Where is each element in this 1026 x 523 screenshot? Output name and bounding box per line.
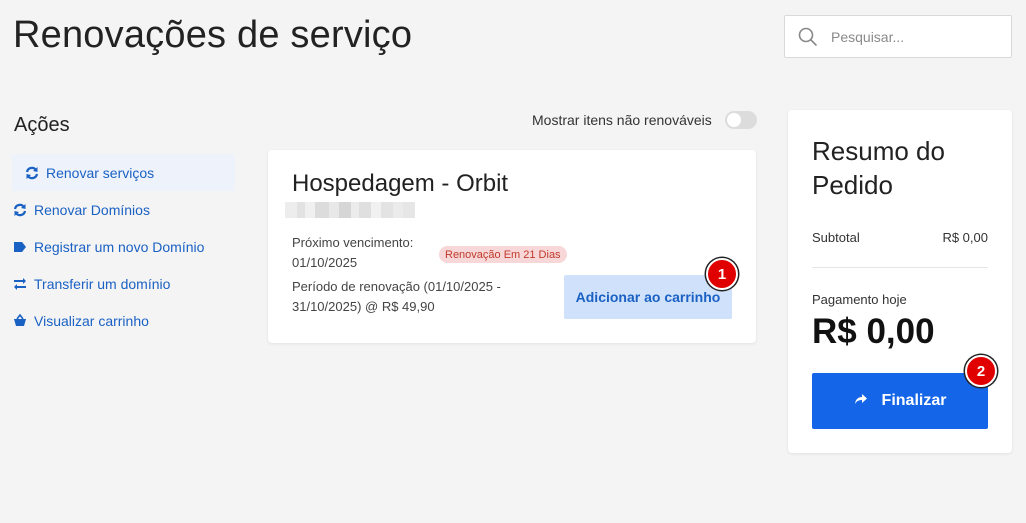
renewal-period-line2: 31/10/2025) @ R$ 49,90 (292, 299, 435, 314)
sidebar-item-label: Renovar Domínios (34, 201, 150, 218)
order-summary: Resumo do Pedido Subtotal R$ 0,00 Pagame… (788, 110, 1012, 453)
sidebar-item-view-cart[interactable]: Visualizar carrinho (12, 302, 235, 339)
divider (812, 267, 988, 268)
sidebar-item-renew-services[interactable]: Renovar serviços (12, 154, 235, 191)
redacted-domain (285, 202, 425, 218)
filter-label: Mostrar itens não renováveis (532, 112, 712, 128)
subtotal-row: Subtotal R$ 0,00 (812, 230, 988, 245)
search-input[interactable] (831, 28, 1001, 45)
renewal-status-badge: Renovação Em 21 Dias (439, 246, 567, 263)
service-name: Hospedagem - Orbit (292, 170, 509, 197)
sidebar-item-label: Transferir um domínio (34, 275, 171, 292)
share-arrow-icon (854, 392, 868, 410)
sidebar-item-label: Renovar serviços (46, 164, 155, 181)
tag-icon (6, 241, 34, 253)
page-title: Renovações de serviço (13, 14, 413, 56)
search-icon (785, 27, 831, 47)
checkout-label: Finalizar (881, 392, 947, 409)
sidebar-title: Ações (14, 114, 70, 136)
subtotal-label: Subtotal (812, 230, 860, 245)
checkout-button[interactable]: Finalizar (812, 373, 988, 429)
summary-title: Resumo do Pedido (812, 136, 945, 200)
sidebar-item-register-domain[interactable]: Registrar um novo Domínio (12, 228, 235, 265)
non-renewable-filter: Mostrar itens não renováveis (532, 111, 757, 129)
next-due-label: Próximo vencimento: (292, 235, 414, 250)
renewal-period-line1: Período de renovação (01/10/2025 - (292, 279, 501, 294)
sidebar-item-label: Registrar um novo Domínio (34, 238, 205, 255)
sync-icon (6, 203, 34, 217)
sidebar-actions: Renovar serviços Renovar Domínios Regist… (12, 154, 235, 339)
sync-icon (18, 166, 46, 180)
sidebar-item-transfer-domain[interactable]: Transferir um domínio (12, 265, 235, 302)
step-marker-1: 1 (706, 258, 738, 290)
sidebar-item-renew-domains[interactable]: Renovar Domínios (12, 191, 235, 228)
sidebar-item-label: Visualizar carrinho (34, 312, 149, 329)
step-marker-2: 2 (965, 355, 997, 387)
non-renewable-toggle[interactable] (724, 111, 757, 129)
pay-today-total: R$ 0,00 (812, 312, 935, 351)
pay-today-label: Pagamento hoje (812, 292, 907, 307)
add-to-cart-button[interactable]: Adicionar ao carrinho (564, 275, 732, 319)
subtotal-value: R$ 0,00 (942, 230, 988, 245)
transfer-icon (6, 277, 34, 291)
search-box[interactable] (784, 15, 1012, 58)
basket-icon (6, 314, 34, 327)
next-due-date: 01/10/2025 (292, 255, 358, 270)
service-card: Hospedagem - Orbit Próximo vencimento: 0… (268, 150, 756, 343)
